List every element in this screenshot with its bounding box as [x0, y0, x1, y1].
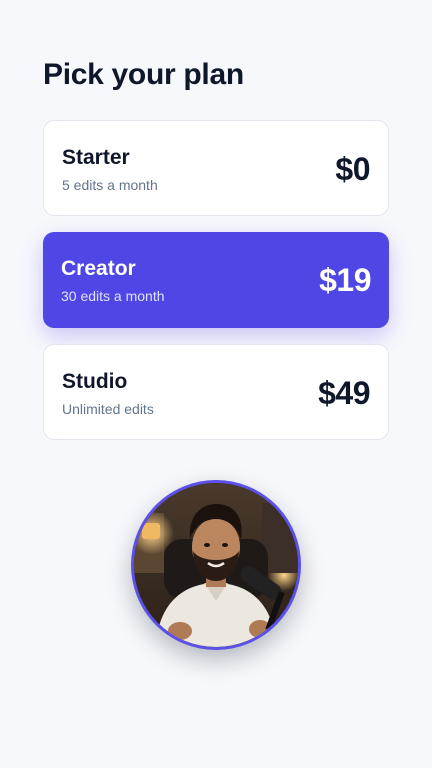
- plan-name: Studio: [62, 370, 128, 393]
- plan-name: Starter: [62, 146, 130, 169]
- plan-description: 30 edits a month: [61, 288, 165, 304]
- plan-price: $0: [335, 151, 370, 187]
- plan-card-studio[interactable]: Studio Unlimited edits $49: [43, 344, 389, 440]
- presenter-avatar: [131, 480, 301, 650]
- plan-description: Unlimited edits: [62, 401, 154, 417]
- plan-card-creator[interactable]: Creator 30 edits a month $19: [43, 232, 389, 328]
- page-title: Pick your plan: [43, 58, 244, 91]
- plan-price: $49: [318, 375, 370, 411]
- plan-description: 5 edits a month: [62, 177, 158, 193]
- plan-card-starter[interactable]: Starter 5 edits a month $0: [43, 120, 389, 216]
- plan-name: Creator: [61, 257, 136, 280]
- plan-price: $19: [319, 262, 371, 298]
